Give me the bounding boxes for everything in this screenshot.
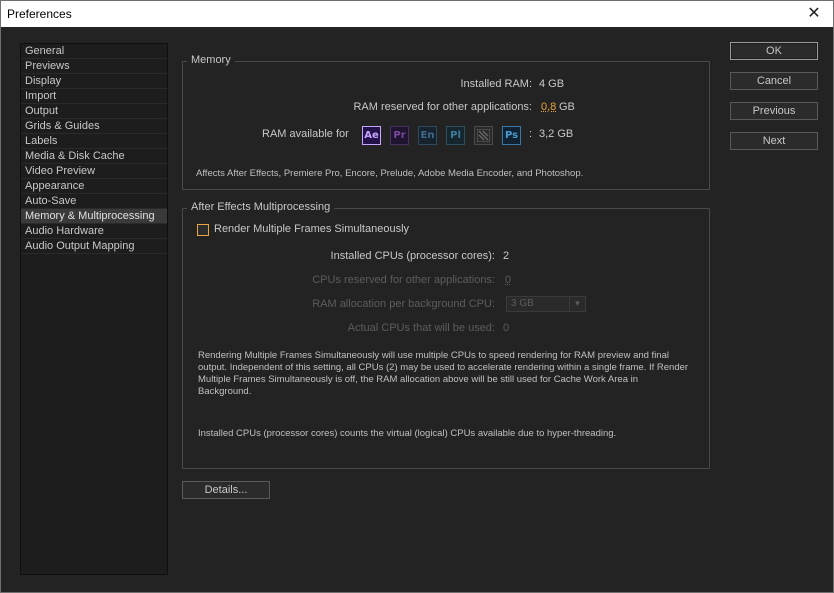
cancel-button[interactable]: Cancel <box>730 72 818 90</box>
details-button[interactable]: Details... <box>182 481 270 499</box>
ram-available-colon: : <box>529 128 533 140</box>
preferences-category-list[interactable]: General Previews Display Import Output Grids … <box>20 43 168 575</box>
memory-group: Memory Installed RAM: 4 GB RAM reserved … <box>182 54 710 190</box>
ram-reserved-label: RAM reserved for other applications: <box>353 101 532 113</box>
installed-cpus-value: 2 <box>503 250 510 262</box>
media-encoder-icon <box>474 126 493 145</box>
sidebar-item[interactable]: Display <box>21 74 167 89</box>
ok-button[interactable]: OK <box>730 42 818 60</box>
actual-cpus-value: 0 <box>503 322 510 334</box>
window-title: Preferences <box>7 7 72 21</box>
app-icon-pl: Pl <box>446 126 465 145</box>
memory-legend: Memory <box>187 54 235 66</box>
app-icon-ae: Ae <box>362 126 381 145</box>
sidebar-item[interactable]: Video Preview <box>21 164 167 179</box>
sidebar-item[interactable]: Media & Disk Cache <box>21 149 167 164</box>
preferences-window: Preferences ✕ General Previews Display Impo… <box>0 0 834 593</box>
sidebar-item[interactable]: Import <box>21 89 167 104</box>
sidebar-item[interactable]: Auto-Save <box>21 194 167 209</box>
multiprocessing-group: After Effects Multiprocessing Render Mul… <box>182 201 710 469</box>
memory-note: Affects After Effects, Premiere Pro, Enc… <box>196 168 584 179</box>
sidebar-item[interactable]: Audio Output Mapping <box>21 239 167 254</box>
chevron-down-icon[interactable]: ▼ <box>569 297 585 311</box>
sidebar-item[interactable]: Appearance <box>21 179 167 194</box>
sidebar-item[interactable]: Output <box>21 104 167 119</box>
ram-allocation-dropdown[interactable]: 3 GB ▼ <box>506 296 586 312</box>
sidebar-item[interactable]: General <box>21 44 167 59</box>
app-icon-ps: Ps <box>502 126 521 145</box>
app-icon-en: En <box>418 126 437 145</box>
next-button[interactable]: Next <box>730 132 818 150</box>
installed-ram-label: Installed RAM: <box>460 78 532 90</box>
render-multiple-frames-checkbox[interactable] <box>197 224 209 236</box>
cpus-reserved-input[interactable]: 0 <box>505 274 511 286</box>
ram-reserved-input[interactable]: 0,8 <box>541 101 556 113</box>
ram-available-value: 3,2 GB <box>539 128 574 140</box>
app-icon-pr: Pr <box>390 126 409 145</box>
cpus-reserved-label: CPUs reserved for other applications: <box>312 274 495 286</box>
installed-cpus-label: Installed CPUs (processor cores): <box>330 250 495 262</box>
sidebar-item[interactable]: Grids & Guides <box>21 119 167 134</box>
multiprocessing-legend: After Effects Multiprocessing <box>187 201 335 213</box>
render-multiple-frames-label[interactable]: Render Multiple Frames Simultaneously <box>214 223 409 235</box>
close-icon[interactable]: ✕ <box>803 3 825 25</box>
sidebar-item[interactable]: Previews <box>21 59 167 74</box>
sidebar-item[interactable]: Memory & Multiprocessing <box>21 209 167 224</box>
actual-cpus-label: Actual CPUs that will be used: <box>347 322 495 334</box>
hyperthreading-note: Installed CPUs (processor cores) counts … <box>198 428 617 439</box>
ram-allocation-label: RAM allocation per background CPU: <box>312 298 495 310</box>
ram-available-label: RAM available for <box>262 128 349 140</box>
previous-button[interactable]: Previous <box>730 102 818 120</box>
ram-reserved-unit: GB <box>559 101 575 113</box>
title-bar: Preferences ✕ <box>1 1 833 27</box>
sidebar-item[interactable]: Labels <box>21 134 167 149</box>
sidebar-item[interactable]: Audio Hardware <box>21 224 167 239</box>
multiprocessing-note: Rendering Multiple Frames Simultaneously… <box>198 350 689 397</box>
ram-allocation-value: 3 GB <box>511 298 534 309</box>
installed-ram-value: 4 GB <box>539 78 565 90</box>
